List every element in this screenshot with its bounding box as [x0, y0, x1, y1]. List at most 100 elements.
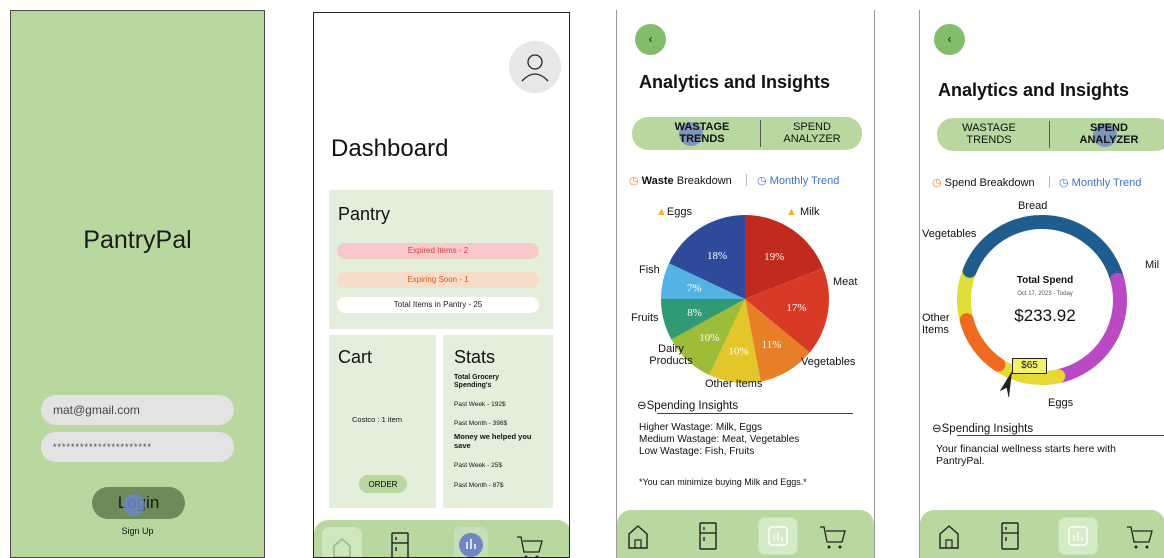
- insight-line-2: Medium Wastage: Meat, Vegetables: [639, 434, 800, 445]
- circle-clock-icon: ◷: [757, 175, 767, 187]
- pie-slice-label: 7%: [687, 283, 702, 295]
- tab-spend-analyzer[interactable]: SPEND ANALYZER: [772, 121, 852, 145]
- donut-arc-vegetables[interactable]: [959, 313, 1006, 372]
- fridge-icon[interactable]: [996, 520, 1024, 552]
- nav-stats[interactable]: [454, 527, 488, 557]
- monthly-trend-toggle[interactable]: ◷ Monthly Trend: [757, 174, 839, 187]
- pie-slice-label: 18%: [707, 250, 727, 262]
- label-milk: ▲ Milk: [786, 206, 820, 218]
- page-title: Dashboard: [331, 135, 449, 162]
- nav-stats-active[interactable]: [758, 517, 798, 555]
- circle-clock-icon: ◷: [1059, 177, 1069, 189]
- nav-stats-active[interactable]: [1058, 517, 1098, 555]
- spend-screen: ‹ Analytics and Insights WASTAGE TRENDS …: [919, 10, 1164, 558]
- total-spend-title: Total Spend: [1016, 275, 1074, 286]
- home-icon[interactable]: [932, 518, 966, 552]
- label-vegetables: Vegetables: [801, 356, 856, 368]
- bar-chart-icon: [768, 526, 788, 546]
- past-week-spend: Past Week - 192$: [454, 401, 506, 408]
- expired-items-chip[interactable]: Expired Items - 2: [337, 243, 539, 259]
- tap-indicator: [123, 494, 145, 516]
- tab-wastage-trends[interactable]: WASTAGE TRENDS: [652, 121, 752, 145]
- breakdown-toggle[interactable]: ◷ Waste Breakdown: [629, 174, 732, 187]
- pie-slice-label: 10%: [728, 346, 748, 358]
- email-field[interactable]: [41, 395, 234, 425]
- donut-arc-bread[interactable]: [957, 266, 976, 328]
- save-heading: Money we helped you save: [454, 432, 532, 450]
- cursor-icon: [999, 371, 1013, 398]
- minus-circle-icon: ⊖: [637, 400, 647, 412]
- tab-wastage-trends[interactable]: WASTAGE TRENDS: [949, 122, 1029, 146]
- warning-icon: ▲: [656, 206, 667, 218]
- total-items-chip[interactable]: Total Items in Pantry - 25: [337, 297, 539, 313]
- cart-icon[interactable]: [1124, 522, 1154, 552]
- insights-heading: ⊖Spending Insights: [637, 400, 739, 412]
- insight-line-3: Low Wastage: Fish, Fruits: [639, 446, 755, 457]
- minus-circle-icon: ⊖: [932, 423, 942, 435]
- cart-icon[interactable]: [514, 532, 544, 558]
- home-icon: [333, 538, 351, 557]
- spend-heading: Total Grocery Spending's: [454, 374, 499, 389]
- label-eggs: Eggs: [1048, 397, 1074, 409]
- donut-arc-milk[interactable]: [962, 215, 1125, 287]
- password-field[interactable]: [41, 432, 234, 462]
- back-button[interactable]: ‹: [934, 24, 965, 55]
- fridge-icon[interactable]: [694, 520, 722, 552]
- circle-clock-icon: ◷: [932, 177, 942, 189]
- monthly-trend-toggle[interactable]: ◷ Monthly Trend: [1059, 176, 1141, 189]
- dashboard-screen: Dashboard Pantry Expired Items - 2 Expir…: [313, 12, 570, 558]
- bar-chart-icon: [466, 539, 476, 549]
- insight-line-1: Higher Wastage: Milk, Eggs: [639, 422, 763, 433]
- pie-slice-label: 10%: [699, 332, 719, 344]
- pie-slice-label: 17%: [786, 302, 806, 314]
- total-spend-value: $233.92: [1014, 306, 1076, 325]
- label-fish: Fish: [639, 264, 660, 276]
- label-bread: Bread: [1018, 200, 1048, 212]
- label-other-items: Other Items: [705, 378, 763, 390]
- cart-card[interactable]: Cart Costco : 1 item ORDER: [329, 335, 436, 508]
- stats-title: Stats: [454, 347, 496, 367]
- label-meat: Meat: [833, 276, 858, 288]
- past-month-spend: Past Month - 398$: [454, 420, 508, 427]
- home-icon[interactable]: [621, 518, 655, 552]
- expiring-soon-chip[interactable]: Expiring Soon - 1: [337, 272, 539, 288]
- app-title: PantryPal: [83, 226, 192, 254]
- tab-switcher: WASTAGE TRENDS SPEND ANALYZER: [937, 118, 1164, 151]
- pie-slice-label: 11%: [762, 339, 782, 351]
- breakdown-label-rest: Breakdown: [673, 175, 732, 187]
- pantry-title: Pantry: [338, 204, 391, 224]
- breakdown-toggle[interactable]: ◷ Spend Breakdown: [932, 176, 1035, 189]
- waste-pie-chart: 19% 17% 11% 10% 10% 8% 7% 18%: [661, 215, 829, 383]
- past-month-save: Past Month - 87$: [454, 482, 504, 489]
- insight-tip: *You can minimize buying Milk and Eggs.*: [639, 477, 807, 487]
- order-button[interactable]: ORDER: [359, 475, 407, 493]
- insights-heading: ⊖Spending Insights: [932, 423, 1034, 435]
- bottom-nav: [617, 510, 874, 558]
- pie-slice-label: 8%: [687, 307, 702, 319]
- pantry-card[interactable]: Pantry Expired Items - 2 Expiring Soon -…: [329, 190, 553, 329]
- profile-avatar[interactable]: [509, 41, 561, 93]
- past-week-save: Past Week - 25$: [454, 462, 502, 469]
- bottom-nav: [920, 510, 1164, 558]
- warning-icon: ▲: [786, 206, 797, 218]
- signup-link[interactable]: Sign Up: [11, 526, 264, 536]
- cart-icon[interactable]: [817, 522, 847, 552]
- insight-text: Your financial wellness starts here with…: [936, 443, 1116, 467]
- pie-slice-label: 19%: [764, 251, 784, 263]
- label-vegetables: Vegetables: [922, 228, 977, 240]
- cart-title: Cart: [338, 347, 373, 367]
- page-title: Analytics and Insights: [938, 80, 1130, 100]
- label-other-items: Other Items: [922, 312, 950, 336]
- cart-item: Costco : 1 item: [352, 415, 403, 424]
- label-eggs: ▲Eggs: [656, 206, 692, 218]
- nav-home-active[interactable]: [322, 527, 362, 557]
- fridge-icon[interactable]: [386, 530, 414, 558]
- bottom-nav: [314, 520, 569, 558]
- stats-card[interactable]: Stats Total Grocery Spending's Past Week…: [443, 335, 553, 508]
- total-spend-date: Oct 17, 2023 - Today: [1017, 291, 1073, 297]
- tab-spend-analyzer[interactable]: SPEND ANALYZER: [1069, 122, 1149, 146]
- wastage-screen: ‹ Analytics and Insights WASTAGE TRENDS …: [616, 10, 875, 558]
- back-button[interactable]: ‹: [635, 24, 666, 55]
- page-title: Analytics and Insights: [639, 72, 831, 92]
- tab-switcher: WASTAGE TRENDS SPEND ANALYZER: [632, 117, 862, 150]
